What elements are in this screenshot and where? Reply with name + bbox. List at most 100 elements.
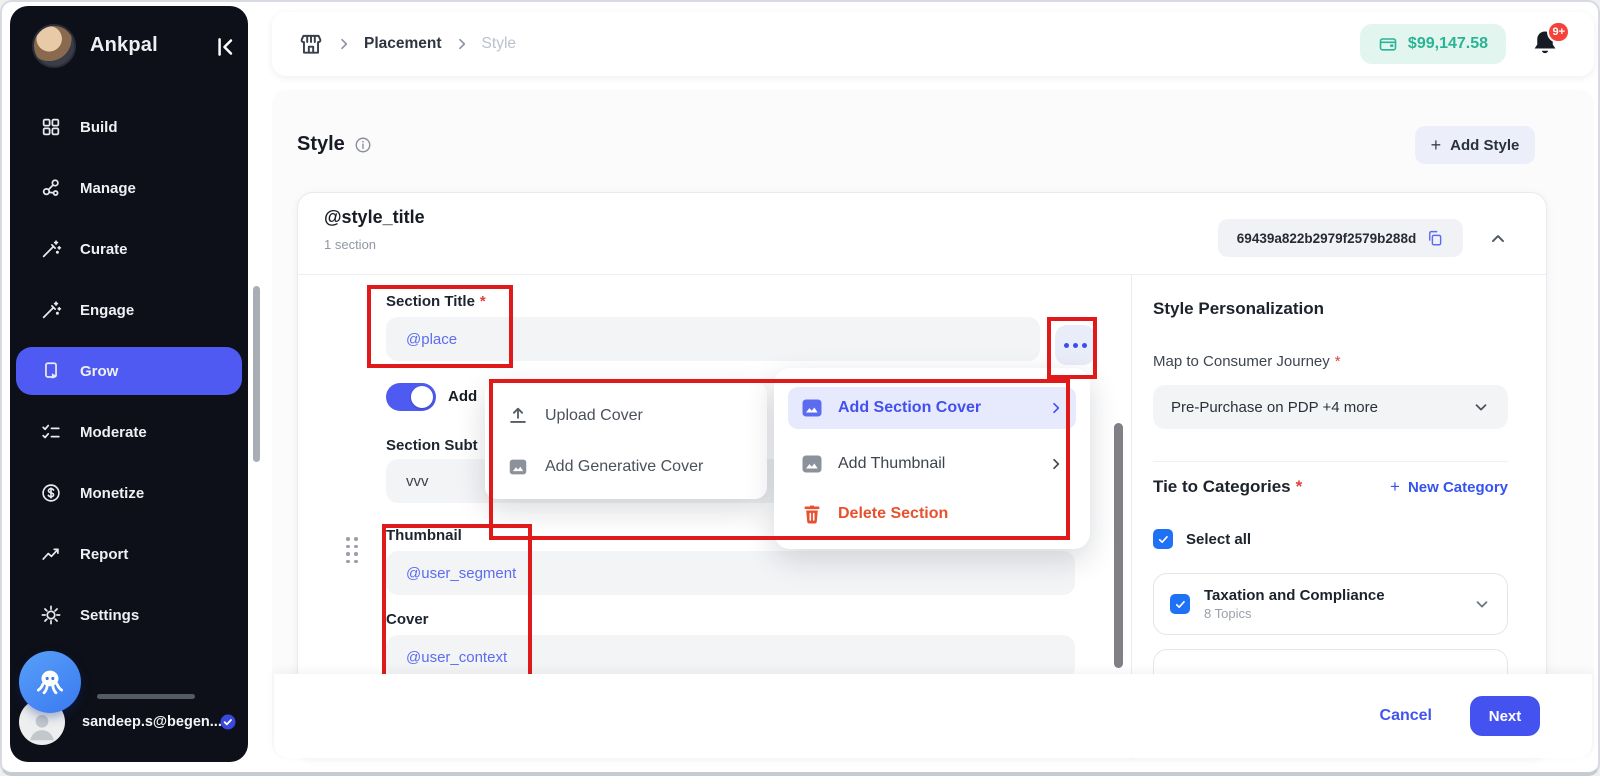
sidebar-item-manage[interactable]: Manage xyxy=(16,164,242,212)
cancel-button[interactable]: Cancel xyxy=(1380,707,1432,725)
magic-wand-icon xyxy=(40,299,62,321)
page-title: Style xyxy=(297,133,372,156)
add-style-label: Add Style xyxy=(1450,137,1519,154)
chevron-right-icon xyxy=(336,36,352,52)
plus-icon: + xyxy=(1390,477,1400,497)
next-button[interactable]: Next xyxy=(1470,696,1540,736)
sidebar-item-moderate[interactable]: Moderate xyxy=(16,408,242,456)
thumbnail-value: @user_segment xyxy=(406,565,516,582)
section-context-menu: Add Section Cover Add Thumbnail Delete S… xyxy=(774,368,1090,549)
chevron-up-icon[interactable] xyxy=(1488,229,1508,249)
sidebar-item-engage[interactable]: Engage xyxy=(16,286,242,334)
assistant-octopus-button[interactable] xyxy=(19,651,81,713)
brand-name: Ankpal xyxy=(90,34,158,57)
info-icon[interactable] xyxy=(354,136,372,154)
required-asterisk: * xyxy=(480,293,486,310)
journey-select[interactable]: Pre-Purchase on PDP +4 more xyxy=(1153,385,1508,429)
sidebar-item-monetize[interactable]: Monetize xyxy=(16,469,242,517)
style-id-pill: 69439a822b2979f2579b288d xyxy=(1218,219,1463,257)
sidebar-item-label: Build xyxy=(80,119,118,136)
thumbnail-label: Thumbnail xyxy=(386,527,462,544)
section-more-button[interactable] xyxy=(1055,325,1095,365)
copy-icon[interactable] xyxy=(1426,229,1444,247)
sidebar-item-label: Engage xyxy=(80,302,134,319)
add-subtitle-toggle[interactable] xyxy=(386,383,436,411)
sidebar-item-grow[interactable]: Grow xyxy=(16,347,242,395)
sidebar-item-label: Moderate xyxy=(80,424,147,441)
thumbnail-input[interactable]: @user_segment xyxy=(386,551,1075,595)
personalization-divider xyxy=(1153,461,1508,462)
menu-item-label: Add Generative Cover xyxy=(545,458,703,476)
sidebar: Ankpal Build Manage Curate Engage Grow M… xyxy=(10,6,248,762)
menu-item-add-generative-cover[interactable]: Add Generative Cover xyxy=(485,449,767,485)
dollar-circle-icon xyxy=(40,482,62,504)
select-all-row: Select all xyxy=(1153,529,1251,549)
ellipsis-icon xyxy=(1064,343,1069,348)
verified-badge-icon xyxy=(218,712,238,732)
card-scrollbar[interactable] xyxy=(1114,423,1123,668)
menu-item-add-thumbnail[interactable]: Add Thumbnail xyxy=(788,443,1076,485)
checklist-icon xyxy=(40,421,62,443)
ellipsis-icon xyxy=(1073,343,1078,348)
new-category-label: New Category xyxy=(1408,479,1508,496)
wallet-icon xyxy=(1378,34,1398,54)
topbar: Placement Style $99,147.58 9+ xyxy=(272,12,1594,76)
category-topics: 8 Topics xyxy=(1204,606,1385,621)
toggle-label: Add xyxy=(448,388,477,405)
sidebar-item-build[interactable]: Build xyxy=(16,103,242,151)
menu-item-label: Delete Section xyxy=(838,505,1064,523)
toggle-knob xyxy=(411,386,433,408)
menu-item-add-section-cover[interactable]: Add Section Cover xyxy=(788,387,1076,429)
building-icon[interactable] xyxy=(298,31,324,57)
sidebar-item-label: Report xyxy=(80,546,128,563)
category-name: Taxation and Compliance xyxy=(1204,587,1385,604)
user-email[interactable]: sandeep.s@begen... xyxy=(82,714,222,730)
cover-value: @user_context xyxy=(406,649,507,666)
section-title-input[interactable]: @place xyxy=(386,317,1040,361)
categories-header: Tie to Categories * + New Category xyxy=(1153,477,1508,497)
sidebar-item-label: Curate xyxy=(80,241,128,258)
wallet-balance[interactable]: $99,147.58 xyxy=(1360,24,1506,64)
section-title-label-text: Section Title xyxy=(386,293,475,310)
brand-avatar[interactable] xyxy=(32,24,76,68)
page-scrollbar[interactable] xyxy=(253,286,260,462)
required-asterisk: * xyxy=(1296,477,1303,496)
wallet-amount: $99,147.58 xyxy=(1408,35,1488,53)
drag-handle[interactable] xyxy=(346,537,358,563)
journey-value: Pre-Purchase on PDP +4 more xyxy=(1171,399,1378,416)
collapse-left-icon[interactable] xyxy=(212,34,238,60)
menu-item-label: Upload Cover xyxy=(545,407,643,425)
personalization-title: Style Personalization xyxy=(1153,299,1324,319)
menu-item-delete-section[interactable]: Delete Section xyxy=(788,493,1076,535)
style-card-section-count: 1 section xyxy=(324,237,376,252)
select-all-label: Select all xyxy=(1186,531,1251,548)
notifications-button[interactable]: 9+ xyxy=(1530,28,1560,60)
image-icon xyxy=(507,456,529,478)
sidebar-scrollbar[interactable] xyxy=(97,694,195,699)
chevron-down-icon xyxy=(1472,398,1490,416)
breadcrumb-placement[interactable]: Placement xyxy=(364,35,442,53)
categories-title-text: Tie to Categories xyxy=(1153,477,1291,496)
menu-item-upload-cover[interactable]: Upload Cover xyxy=(485,398,767,434)
categories-title: Tie to Categories * xyxy=(1153,477,1302,497)
sidebar-item-settings[interactable]: Settings xyxy=(16,591,242,639)
required-asterisk: * xyxy=(1335,353,1341,370)
sidebar-item-label: Monetize xyxy=(80,485,144,502)
select-all-checkbox[interactable] xyxy=(1153,529,1173,549)
new-category-button[interactable]: + New Category xyxy=(1390,477,1508,497)
sidebar-item-report[interactable]: Report xyxy=(16,530,242,578)
chevron-down-icon[interactable] xyxy=(1473,595,1491,613)
category-text: Taxation and Compliance 8 Topics xyxy=(1204,587,1385,621)
journey-label: Map to Consumer Journey* xyxy=(1153,353,1341,370)
sidebar-item-curate[interactable]: Curate xyxy=(16,225,242,273)
trash-icon xyxy=(800,502,824,526)
add-style-button[interactable]: + Add Style xyxy=(1415,126,1535,164)
category-card[interactable]: Taxation and Compliance 8 Topics xyxy=(1153,573,1508,635)
sidebar-item-label: Settings xyxy=(80,607,139,624)
ellipsis-icon xyxy=(1082,343,1087,348)
category-checkbox[interactable] xyxy=(1170,594,1190,614)
section-subtitle-label: Section Subt xyxy=(386,437,478,454)
image-icon xyxy=(800,396,824,420)
cover-input[interactable]: @user_context xyxy=(386,635,1075,679)
notification-badge: 9+ xyxy=(1547,21,1570,43)
